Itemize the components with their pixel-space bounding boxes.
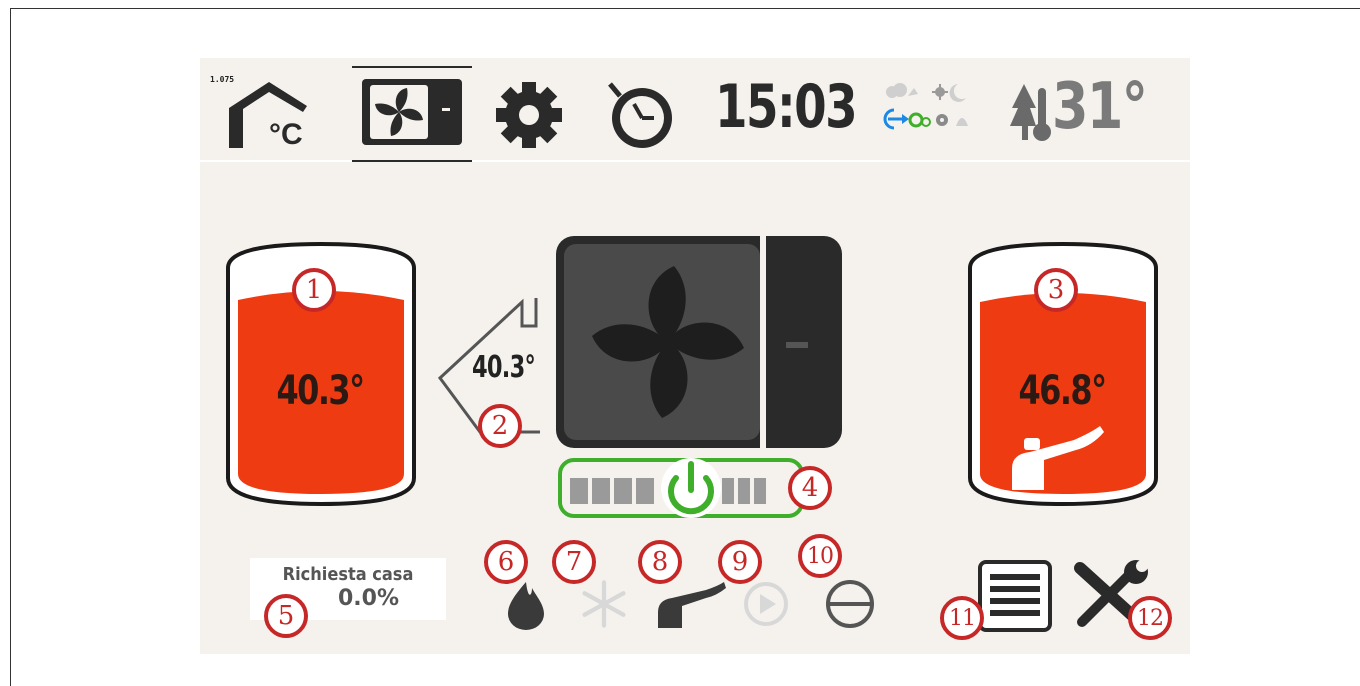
callout-8: 8 (638, 540, 682, 584)
compressor-icon[interactable] (820, 576, 880, 630)
nav-selected-bottom-line (352, 160, 472, 162)
callout-2: 2 (478, 404, 522, 448)
sun-icon (932, 84, 948, 100)
callout-11: 11 (940, 596, 984, 640)
heat-pump-unit[interactable] (556, 236, 842, 448)
demand-label: Richiesta casa (282, 564, 414, 585)
play-circle-icon[interactable] (738, 578, 794, 630)
demand-value: 0.0% (338, 586, 400, 611)
flow-temp: 40.3° (472, 350, 536, 385)
svg-text:°C: °C (269, 118, 303, 150)
outdoor-temperature: 31° (1052, 70, 1148, 144)
callout-3: 3 (1034, 268, 1078, 312)
outdoor-thermometer-icon (1010, 84, 1051, 141)
list-icon[interactable] (974, 558, 1054, 634)
house-celsius-icon[interactable]: °C (225, 78, 320, 150)
callout-7: 7 (552, 540, 596, 584)
callout-9: 9 (718, 540, 762, 584)
left-tank-temp: 40.3° (276, 368, 366, 414)
timer-icon[interactable] (604, 78, 680, 152)
callout-1: 1 (292, 268, 336, 312)
faucet-icon[interactable] (654, 580, 728, 630)
gear-icon[interactable] (494, 80, 564, 150)
status-cluster (883, 83, 968, 130)
cloudy-icon (886, 83, 918, 98)
callout-10: 10 (798, 534, 842, 578)
heat-pump-fan-icon[interactable] (360, 77, 464, 147)
moon-icon (949, 84, 966, 102)
callout-5: 5 (264, 594, 308, 638)
power-bar[interactable] (556, 456, 806, 520)
callout-12: 12 (1128, 596, 1172, 640)
topbar-divider (200, 160, 1190, 162)
source-arrow-icon (883, 108, 909, 130)
nav-selected-top-line (352, 66, 472, 68)
callout-6: 6 (484, 540, 528, 584)
snowflake-icon[interactable] (576, 578, 632, 630)
clock-display: 15:03 (715, 72, 858, 142)
gear-green-icon (908, 112, 931, 128)
right-tank-temp: 46.8° (1018, 368, 1108, 414)
callout-4: 4 (788, 466, 832, 510)
flame-icon[interactable] (498, 578, 554, 630)
